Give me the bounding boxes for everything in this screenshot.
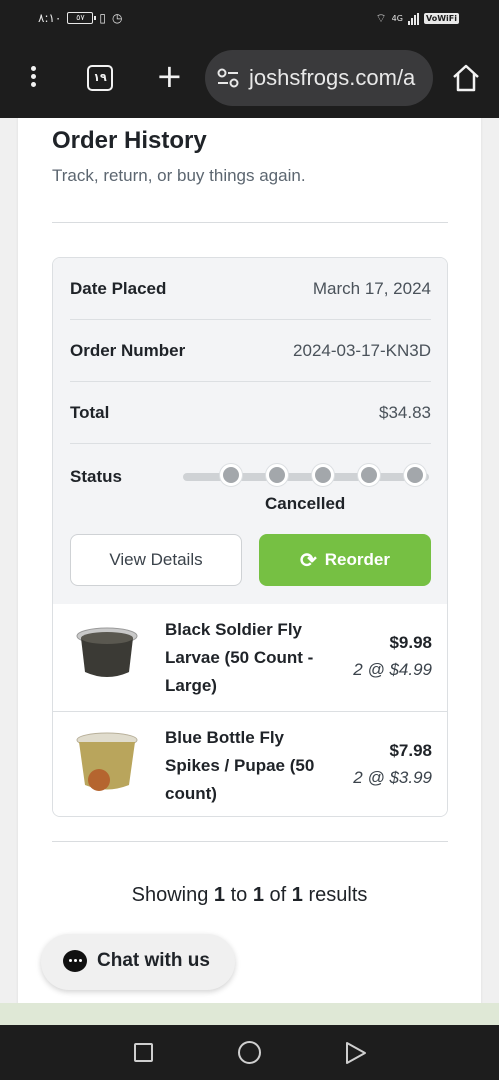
date-label: Date Placed bbox=[70, 279, 167, 298]
total-value: $34.83 bbox=[379, 403, 431, 422]
order-item[interactable]: Blue Bottle Fly Spikes / Pupae (50 count… bbox=[53, 711, 447, 816]
web-page: Order History Track, return, or buy thin… bbox=[0, 118, 499, 1025]
divider bbox=[52, 841, 448, 842]
item-name[interactable]: Blue Bottle Fly Spikes / Pupae (50 count… bbox=[165, 724, 335, 808]
alarm-icon: ◷ bbox=[112, 11, 123, 25]
status-step-3 bbox=[312, 464, 334, 486]
recents-icon[interactable] bbox=[134, 1043, 153, 1062]
chat-button[interactable]: Chat with us bbox=[41, 934, 235, 990]
status-step-4 bbox=[358, 464, 380, 486]
date-row: Date Placed March 17, 2024 bbox=[70, 258, 431, 320]
vowifi-badge: VoWiFi bbox=[423, 13, 459, 24]
back-icon[interactable] bbox=[344, 1041, 368, 1065]
chat-bubble-icon bbox=[63, 950, 87, 972]
order-number-value: 2024-03-17-KN3D bbox=[293, 341, 431, 360]
site-settings-icon[interactable] bbox=[217, 68, 239, 88]
item-name[interactable]: Black Soldier Fly Larvae (50 Count - Lar… bbox=[165, 616, 335, 700]
view-details-button[interactable]: View Details bbox=[70, 534, 242, 586]
network-type: 4G bbox=[391, 14, 403, 23]
item-price: $7.98 bbox=[389, 741, 432, 760]
menu-dots-icon[interactable] bbox=[22, 66, 44, 90]
signal-icon bbox=[407, 12, 419, 25]
order-card: Date Placed March 17, 2024 Order Number … bbox=[52, 257, 448, 817]
tabs-button[interactable]: ١٩ bbox=[87, 65, 113, 91]
wifi-icon: ⌔ bbox=[375, 11, 387, 25]
url-bar[interactable]: joshsfrogs.com/a bbox=[205, 50, 433, 106]
status-label: Status bbox=[70, 467, 122, 486]
order-number-label: Order Number bbox=[70, 341, 186, 360]
status-step-2 bbox=[266, 464, 288, 486]
order-item[interactable]: Black Soldier Fly Larvae (50 Count - Lar… bbox=[53, 604, 447, 711]
order-number-row: Order Number 2024-03-17-KN3D bbox=[70, 320, 431, 382]
item-quantity: 2 @ $4.99 bbox=[353, 660, 432, 679]
order-history-card: Order History Track, return, or buy thin… bbox=[18, 118, 481, 1025]
reorder-label: Reorder bbox=[324, 550, 390, 569]
status-bar: ٨:١٠ ٥٧ ▯ ◷ ⌔ 4G VoWiFi bbox=[0, 0, 499, 38]
battery-icon: ٥٧ bbox=[67, 12, 97, 24]
item-price: $9.98 bbox=[389, 633, 432, 652]
chat-label: Chat with us bbox=[97, 950, 210, 971]
clock: ٨:١٠ bbox=[38, 11, 62, 25]
page-title: Order History bbox=[52, 127, 207, 154]
status-step-5 bbox=[404, 464, 426, 486]
item-quantity: 2 @ $3.99 bbox=[353, 768, 432, 787]
refresh-icon: ⟳ bbox=[300, 550, 317, 572]
reorder-button[interactable]: ⟳ Reorder bbox=[259, 534, 431, 586]
new-tab-plus-icon[interactable]: + bbox=[156, 60, 183, 92]
order-summary: Date Placed March 17, 2024 Order Number … bbox=[53, 258, 447, 604]
home-nav-icon[interactable] bbox=[238, 1041, 261, 1064]
browser-toolbar: ١٩ + joshsfrogs.com/a bbox=[0, 38, 499, 118]
date-value: March 17, 2024 bbox=[312, 279, 431, 298]
divider bbox=[52, 222, 448, 223]
status-step-1 bbox=[220, 464, 242, 486]
system-nav-bar bbox=[0, 1025, 499, 1080]
vibrate-icon: ▯ bbox=[99, 11, 106, 25]
home-icon[interactable] bbox=[451, 63, 481, 93]
status-value: Cancelled bbox=[265, 494, 346, 513]
url-text[interactable]: joshsfrogs.com/a bbox=[249, 65, 415, 91]
results-summary: Showing 1 to 1 of 1 results bbox=[131, 884, 368, 906]
footer-strip bbox=[0, 1003, 499, 1025]
page-subtitle: Track, return, or buy things again. bbox=[52, 166, 306, 185]
total-row: Total $34.83 bbox=[70, 382, 431, 444]
total-label: Total bbox=[70, 403, 110, 422]
product-image bbox=[76, 732, 138, 791]
product-image bbox=[76, 627, 138, 677]
